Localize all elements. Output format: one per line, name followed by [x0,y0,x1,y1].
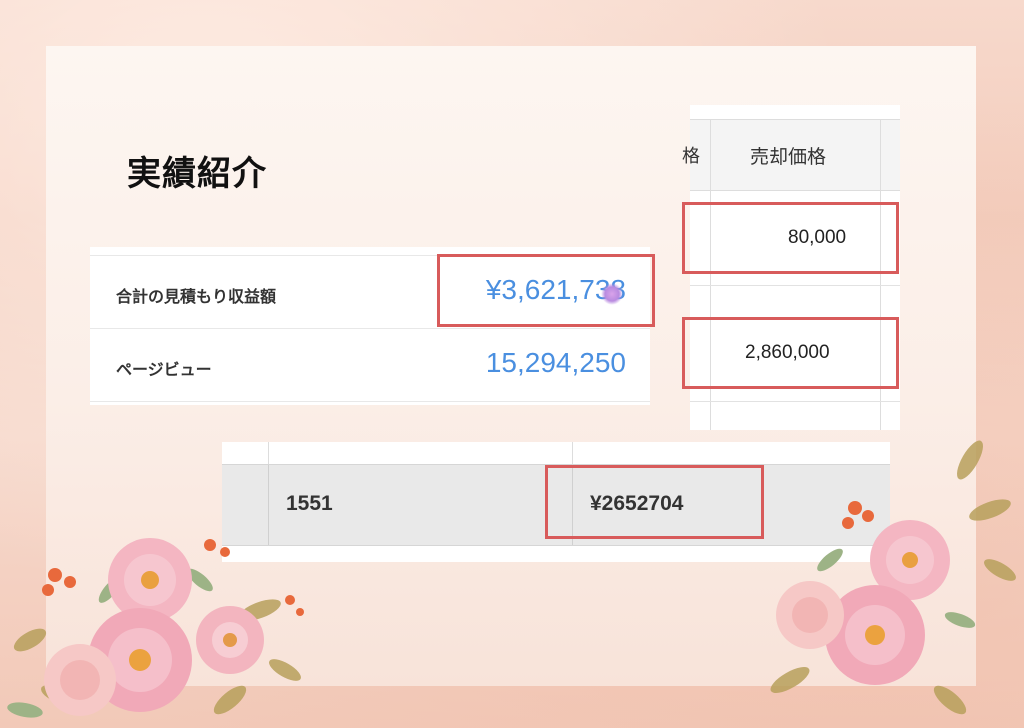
row-divider [690,285,900,286]
sale-highlight-box [682,202,899,274]
pageviews-value: 15,294,250 [485,347,626,378]
sale-highlight-box [682,317,899,389]
flower-bouquet-left-icon [7,538,304,718]
amount-highlight-box [545,465,764,539]
header-cut-text: 格 [682,146,700,167]
sales-table-header: 格 売却価格 [682,119,900,191]
revenue-label: 合計の見積もり収益額 [116,287,277,306]
column-divider [268,442,269,464]
pageviews-label: ページビュー [116,360,212,379]
revenue-highlight-box [437,254,655,327]
summary-row-pageviews: ページビュー 15,294,250 [90,328,650,402]
page-title: 実績紹介 [127,154,267,194]
row-divider [690,401,900,402]
flower-bouquet-right-icon [770,440,1016,715]
column-divider [572,442,573,464]
sale-price-header: 売却価格 [750,146,827,168]
count-cell: 1551 [286,492,333,515]
